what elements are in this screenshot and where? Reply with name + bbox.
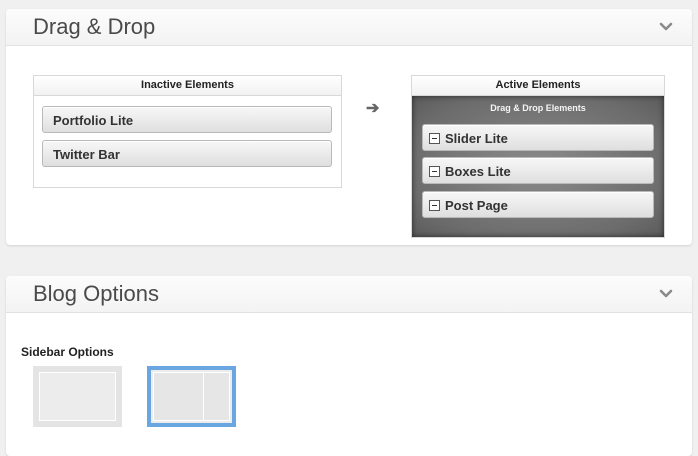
active-item-post-page[interactable]: Post Page: [422, 191, 654, 218]
active-elements-subheader: Drag & Drop Elements: [490, 103, 586, 113]
drag-drop-panel: Drag & Drop Inactive Elements Portfolio …: [6, 9, 692, 245]
blog-options-title: Blog Options: [33, 281, 159, 306]
active-elements-box: Active Elements Drag & Drop Elements Sli…: [411, 75, 665, 238]
active-item-label: Post Page: [445, 198, 508, 213]
layout-content-area: [39, 372, 116, 421]
sidebar-options-label: Sidebar Options: [21, 345, 114, 359]
drag-drop-panel-header[interactable]: Drag & Drop: [6, 9, 692, 46]
inactive-item-twitter-bar[interactable]: Twitter Bar: [42, 140, 332, 167]
arrow-right-icon: ➔: [366, 100, 380, 117]
chevron-down-icon[interactable]: [658, 286, 674, 302]
minus-icon[interactable]: [429, 166, 440, 177]
active-item-label: Boxes Lite: [445, 164, 511, 179]
minus-icon[interactable]: [429, 133, 440, 144]
blog-options-panel: Blog Options Sidebar Options: [6, 276, 692, 456]
layout-content-area: [153, 372, 207, 421]
active-elements-dropzone[interactable]: Drag & Drop Elements Slider Lite Boxes L…: [412, 96, 664, 237]
layout-sidebar-area: [203, 372, 230, 421]
inactive-elements-box: Inactive Elements Portfolio Lite Twitter…: [33, 75, 342, 188]
right-sidebar-layout-option[interactable]: [147, 366, 236, 427]
active-item-boxes-lite[interactable]: Boxes Lite: [422, 157, 654, 184]
inactive-elements-header: Inactive Elements: [34, 76, 341, 96]
no-sidebar-layout-option[interactable]: [33, 366, 122, 427]
inactive-item-portfolio-lite[interactable]: Portfolio Lite: [42, 106, 332, 133]
active-elements-header: Active Elements: [412, 76, 664, 96]
chevron-down-icon[interactable]: [658, 19, 674, 35]
active-item-slider-lite[interactable]: Slider Lite: [422, 124, 654, 151]
blog-options-panel-header[interactable]: Blog Options: [6, 276, 692, 313]
drag-drop-title: Drag & Drop: [33, 14, 156, 39]
minus-icon[interactable]: [429, 200, 440, 211]
active-item-label: Slider Lite: [445, 131, 508, 146]
